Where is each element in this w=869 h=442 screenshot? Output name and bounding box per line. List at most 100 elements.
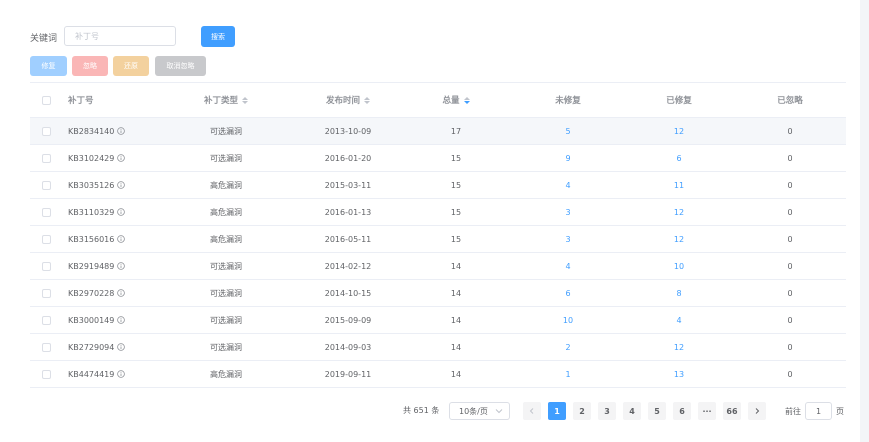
info-icon[interactable] xyxy=(117,316,126,324)
row-checkbox[interactable] xyxy=(42,126,51,136)
ignored-count: 0 xyxy=(787,126,793,136)
table-row[interactable]: KB3102429 可选漏洞 2016-01-20 15 9 6 0 xyxy=(30,145,846,172)
header-type[interactable]: 补丁类型 xyxy=(168,83,284,117)
page-button[interactable]: 5 xyxy=(648,402,666,420)
release-date: 2015-09-09 xyxy=(324,315,372,325)
page-button[interactable]: 3 xyxy=(598,402,616,420)
restore-button[interactable]: 还原 xyxy=(113,56,149,76)
select-all-checkbox[interactable] xyxy=(42,95,51,105)
info-icon[interactable] xyxy=(117,343,126,351)
row-checkbox[interactable] xyxy=(42,288,51,298)
fixed-link[interactable]: 11 xyxy=(674,181,684,190)
row-select-cell xyxy=(42,199,52,225)
more-pages-button[interactable]: ··· xyxy=(698,402,716,420)
info-icon[interactable] xyxy=(117,127,126,135)
total-count: 共 651 条 xyxy=(403,406,440,415)
info-icon[interactable] xyxy=(117,235,126,243)
fixed-cell: 12 xyxy=(621,118,737,144)
fixed-cell: 10 xyxy=(621,253,737,279)
info-icon[interactable] xyxy=(117,262,126,270)
unfixed-link[interactable]: 4 xyxy=(565,181,570,190)
table-row[interactable]: KB3000149 可选漏洞 2015-09-09 14 10 4 0 xyxy=(30,307,846,334)
sort-desc-icon[interactable] xyxy=(463,96,470,104)
info-icon[interactable] xyxy=(117,181,126,189)
date-cell: 2014-02-12 xyxy=(290,253,406,279)
page-button[interactable]: 1 xyxy=(548,402,566,420)
ignore-button[interactable]: 忽略 xyxy=(72,56,108,76)
unfixed-link[interactable]: 5 xyxy=(565,127,570,136)
patch-management-page: 关键词 搜索 修复 忽略 还原 取消忽略 补丁号 补丁类型 发布时间 总量 xyxy=(0,0,869,442)
row-checkbox[interactable] xyxy=(42,342,51,352)
unfixed-link[interactable]: 1 xyxy=(565,370,570,379)
search-button[interactable]: 搜索 xyxy=(201,26,235,47)
table-row[interactable]: KB3156016 高危漏洞 2016-05-11 15 3 12 0 xyxy=(30,226,846,253)
release-date: 2015-03-11 xyxy=(324,180,372,190)
page-button[interactable]: 4 xyxy=(623,402,641,420)
header-ignored-label: 已忽略 xyxy=(777,96,803,106)
unfixed-cell: 3 xyxy=(510,226,626,252)
header-total[interactable]: 总量 xyxy=(398,83,514,117)
table-row[interactable]: KB3035126 高危漏洞 2015-03-11 15 4 11 0 xyxy=(30,172,846,199)
row-checkbox[interactable] xyxy=(42,234,51,244)
fixed-link[interactable]: 6 xyxy=(676,154,681,163)
prev-page-button[interactable] xyxy=(523,402,541,420)
fixed-link[interactable]: 12 xyxy=(674,343,684,352)
info-icon[interactable] xyxy=(117,208,126,216)
fixed-link[interactable]: 4 xyxy=(676,316,681,325)
row-checkbox[interactable] xyxy=(42,369,51,379)
header-date[interactable]: 发布时间 xyxy=(290,83,406,117)
chevron-right-icon xyxy=(755,408,760,414)
fixed-link[interactable]: 12 xyxy=(674,208,684,217)
fix-button[interactable]: 修复 xyxy=(30,56,67,76)
unfixed-link[interactable]: 10 xyxy=(563,316,573,325)
fixed-cell: 12 xyxy=(621,226,737,252)
table-row[interactable]: KB2729094 可选漏洞 2014-09-03 14 2 12 0 xyxy=(30,334,846,361)
page-button[interactable]: 6 xyxy=(673,402,691,420)
release-date: 2014-02-12 xyxy=(324,261,372,271)
row-checkbox[interactable] xyxy=(42,315,51,325)
total-cell: 14 xyxy=(398,280,514,306)
row-checkbox[interactable] xyxy=(42,153,51,163)
row-checkbox[interactable] xyxy=(42,207,51,217)
patch-id: KB3035126 xyxy=(68,180,115,190)
unfixed-link[interactable]: 2 xyxy=(565,343,570,352)
fixed-link[interactable]: 10 xyxy=(674,262,684,271)
cancel-ignore-button[interactable]: 取消忽略 xyxy=(155,56,206,76)
header-patch-label: 补丁号 xyxy=(68,96,94,106)
info-icon[interactable] xyxy=(117,289,126,297)
unfixed-link[interactable]: 3 xyxy=(565,235,570,244)
table-row[interactable]: KB2834140 可选漏洞 2013-10-09 17 5 12 0 xyxy=(30,118,846,145)
total-cell: 14 xyxy=(398,253,514,279)
search-input[interactable] xyxy=(64,26,176,46)
table-row[interactable]: KB3110329 高危漏洞 2016-01-13 15 3 12 0 xyxy=(30,199,846,226)
fixed-link[interactable]: 12 xyxy=(674,127,684,136)
table-row[interactable]: KB2919489 可选漏洞 2014-02-12 14 4 10 0 xyxy=(30,253,846,280)
date-cell: 2016-01-13 xyxy=(290,199,406,225)
row-checkbox[interactable] xyxy=(42,261,51,271)
next-page-button[interactable] xyxy=(748,402,766,420)
header-type-label: 补丁类型 xyxy=(203,96,238,106)
unfixed-link[interactable]: 4 xyxy=(565,262,570,271)
sort-icon[interactable] xyxy=(242,96,248,104)
fixed-link[interactable]: 12 xyxy=(674,235,684,244)
page-button[interactable]: 2 xyxy=(573,402,591,420)
unfixed-link[interactable]: 9 xyxy=(565,154,570,163)
fixed-link[interactable]: 13 xyxy=(674,370,684,379)
sort-icon[interactable] xyxy=(364,96,370,104)
fixed-link[interactable]: 8 xyxy=(676,289,681,298)
unfixed-link[interactable]: 6 xyxy=(565,289,570,298)
goto-page-input[interactable] xyxy=(805,402,832,420)
table-row[interactable]: KB2970228 可选漏洞 2014-10-15 14 6 8 0 xyxy=(30,280,846,307)
scrollbar-track[interactable] xyxy=(860,0,869,442)
header-total-label: 总量 xyxy=(442,96,460,106)
page-button[interactable]: 66 xyxy=(723,402,741,420)
ignored-cell: 0 xyxy=(732,334,848,360)
page-size-select[interactable]: 10条/页 xyxy=(449,402,510,420)
row-checkbox[interactable] xyxy=(42,180,51,190)
unfixed-cell: 9 xyxy=(510,145,626,171)
info-icon[interactable] xyxy=(117,370,126,378)
info-icon[interactable] xyxy=(117,154,126,162)
unfixed-link[interactable]: 3 xyxy=(565,208,570,217)
total-cell: 15 xyxy=(398,145,514,171)
table-row[interactable]: KB4474419 高危漏洞 2019-09-11 14 1 13 0 xyxy=(30,361,846,388)
